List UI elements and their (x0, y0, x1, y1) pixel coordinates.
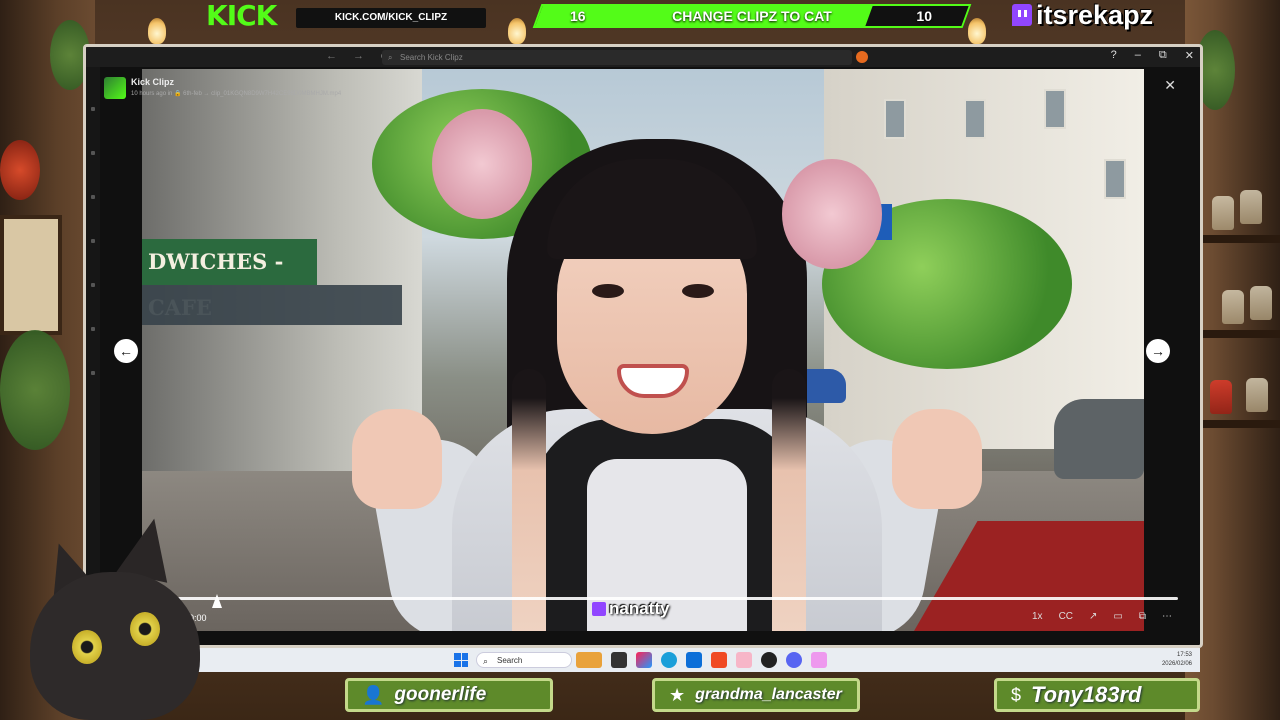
jar (1246, 378, 1268, 412)
help-icon[interactable]: ? (1111, 49, 1117, 62)
previous-clip-button[interactable]: ← (114, 339, 138, 363)
eye (592, 284, 624, 298)
plant-left (0, 330, 70, 450)
poll-title: CHANGE CLIPZ TO CAT (672, 8, 832, 24)
chat-badge: 👤 goonerlife (345, 678, 553, 712)
forward-icon[interactable]: → (353, 50, 364, 63)
clip-meta: 10 hours ago in 🔒 6th-feb → clip_01KGQN8… (131, 91, 342, 97)
hair-strand (772, 369, 806, 631)
minimize-button[interactable]: – (1135, 49, 1141, 62)
shelf (1200, 420, 1280, 428)
player-controls: 1x CC ↗ ▭ ⧉ ⋯ (1032, 611, 1172, 622)
cafe-sign: DWICHES - CAFE (142, 239, 317, 320)
eye (682, 284, 714, 298)
window-controls: ? – ⧉ ✕ (1111, 49, 1194, 62)
cat-ear-headband (782, 159, 882, 269)
shelf (1200, 330, 1280, 338)
cat-ear-headband (432, 109, 532, 219)
progress-bar[interactable] (178, 597, 1178, 600)
red-jar (1210, 380, 1232, 414)
close-button[interactable]: ✕ (1185, 49, 1194, 62)
jar (1212, 196, 1234, 230)
widget-icon[interactable] (576, 652, 602, 668)
file-explorer-icon[interactable] (611, 652, 627, 668)
twitch-handle: itsrekapz (1012, 0, 1172, 30)
jar (1240, 190, 1262, 224)
red-lantern (0, 140, 40, 200)
taskbar-search[interactable]: ⌕ Search (476, 652, 572, 668)
clip-video[interactable]: DWICHES - CAFE (142, 69, 1144, 631)
edge-icon[interactable] (661, 652, 677, 668)
cat-eye (130, 612, 160, 646)
watermark-name: nanatty (609, 599, 670, 618)
search-icon: ⌕ (483, 656, 489, 666)
cat-avatar (10, 512, 220, 720)
pip-icon[interactable]: ⧉ (1139, 611, 1146, 622)
share-icon[interactable]: ↗ (1089, 611, 1097, 622)
search-input[interactable]: ⌕ Search Kick Clipz (382, 50, 852, 65)
copilot-icon[interactable] (636, 652, 652, 668)
clock-date: 2026/02/06 (1161, 661, 1192, 667)
kick-badge-icon (592, 602, 606, 616)
poll-right-count: 10 (916, 8, 932, 24)
wall-frame (0, 215, 62, 335)
restore-button[interactable]: ⧉ (1159, 49, 1167, 62)
star-icon: ★ (669, 684, 686, 705)
discord-icon[interactable] (786, 652, 802, 668)
brave-icon[interactable] (711, 652, 727, 668)
chat-badge: ★ grandma_lancaster (652, 678, 860, 712)
title-bar: ← → ↺ ⌕ Search Kick Clipz ? – ⧉ ✕ (86, 47, 1200, 67)
clip-header: Kick Clipz 10 hours ago in 🔒 6th-feb → c… (104, 75, 504, 101)
app-icon[interactable] (736, 652, 752, 668)
right-fist (892, 409, 982, 509)
speed-button[interactable]: 1x (1032, 611, 1043, 622)
extension-icon[interactable] (856, 51, 868, 63)
left-fist (352, 409, 442, 509)
search-placeholder: Search Kick Clipz (400, 53, 463, 62)
theater-icon[interactable]: ▭ (1113, 611, 1122, 622)
kick-logo: KICK (206, 0, 277, 32)
cat-eye (72, 630, 102, 664)
next-clip-button[interactable]: → (1146, 339, 1170, 363)
poll-text: 16 CHANGE CLIPZ TO CAT 10 (537, 4, 967, 28)
kick-url: KICK.COM/KICK_CLIPZ (296, 8, 486, 28)
close-icon[interactable]: ✕ (1164, 77, 1176, 94)
taskbar-clock: 17:53 2026/02/06 (1162, 651, 1192, 669)
streamer-watermark: nanatty (592, 599, 669, 619)
store-icon[interactable] (686, 652, 702, 668)
windows-taskbar: ⌕ Search 17:53 2026/02/06 (180, 648, 1200, 672)
twitch-name: itsrekapz (1036, 0, 1154, 30)
slack-icon[interactable] (811, 652, 827, 668)
more-icon[interactable]: ⋯ (1162, 611, 1172, 622)
twitch-icon (1012, 4, 1032, 26)
nav-buttons: ← → ↺ (326, 50, 389, 63)
stream-top-bar: KICK KICK.COM/KICK_CLIPZ 16 CHANGE CLIPZ… (0, 0, 1280, 34)
search-icon: ⌕ (388, 53, 393, 62)
chat-badge: $ Tony183rd (994, 678, 1200, 712)
captions-icon[interactable]: CC (1059, 611, 1073, 622)
chat-username: grandma_lancaster (695, 686, 842, 703)
cafe-awning (142, 285, 402, 325)
back-icon[interactable]: ← (326, 50, 337, 63)
taskbar-apps (576, 652, 827, 668)
grey-car (1054, 399, 1144, 479)
dollar-icon: $ (1011, 684, 1022, 705)
video-controls: nanatty / 0:00 1x CC ↗ ▭ ⧉ ⋯ (142, 595, 1182, 635)
obs-icon[interactable] (761, 652, 777, 668)
browser-window: ← → ↺ ⌕ Search Kick Clipz ? – ⧉ ✕ DWICHE… (83, 44, 1203, 648)
cat-head (30, 572, 200, 720)
shelf (1200, 235, 1280, 243)
avatar (104, 77, 126, 99)
clip-channel[interactable]: Kick Clipz (131, 77, 174, 87)
taskbar-search-label: Search (497, 656, 523, 665)
windows-start-icon[interactable] (454, 653, 468, 667)
chat-username: Tony183rd (1031, 682, 1142, 707)
jar (1222, 290, 1244, 324)
person-icon: 👤 (362, 684, 385, 705)
chat-username: goonerlife (394, 684, 487, 705)
hair-strand (512, 369, 546, 631)
streamer (352, 109, 982, 631)
jar (1250, 286, 1272, 320)
clock-time: 17:53 (1176, 652, 1192, 658)
